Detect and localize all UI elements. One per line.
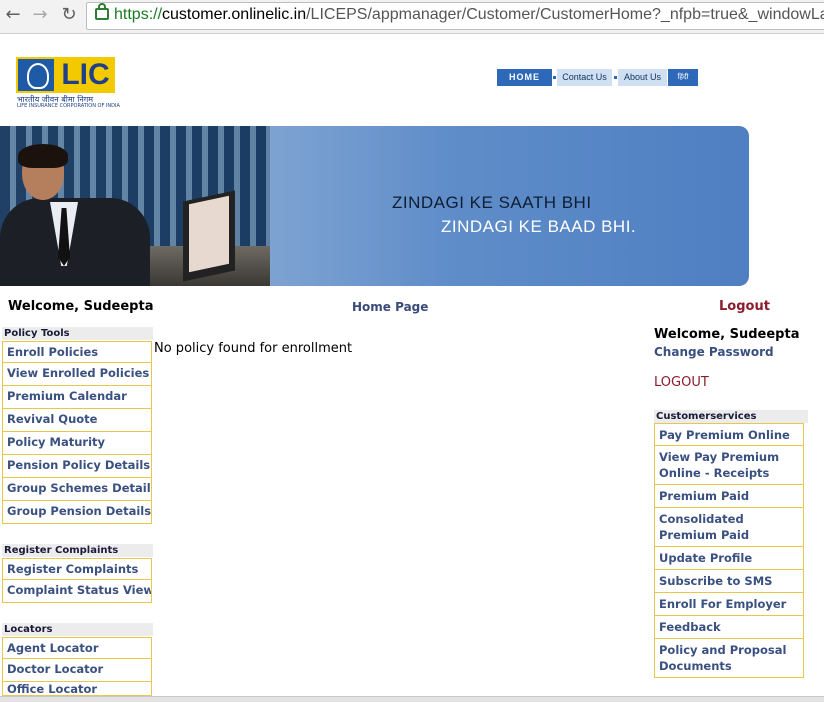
service-update-profile[interactable]: Update Profile <box>654 547 804 570</box>
banner-slogan-line2: ZINDAGI KE BAAD BHI. <box>441 217 637 236</box>
menu-enroll-policies[interactable]: Enroll Policies <box>2 341 152 363</box>
banner-slogan-line1: ZINDAGI KE SAATH BHI <box>392 193 592 212</box>
address-bar[interactable]: https://customer.onlinelic.in/LICEPS/app… <box>86 2 824 30</box>
locators-menu: Agent Locator Doctor Locator Office Loca… <box>2 637 152 696</box>
logo-text: LIC <box>56 57 115 93</box>
service-pay-premium-online[interactable]: Pay Premium Online <box>654 423 804 446</box>
lic-logo[interactable]: LIC भारतीय जीवन बीमा निगम LIFE INSURANCE… <box>16 57 120 109</box>
logout-link[interactable]: Logout <box>719 299 770 314</box>
service-policy-proposal-documents[interactable]: Policy and Proposal Documents <box>654 639 804 678</box>
menu-agent-locator[interactable]: Agent Locator <box>2 637 152 659</box>
menu-pension-policy-details[interactable]: Pension Policy Details <box>2 455 152 478</box>
logo-tagline-english: LIFE INSURANCE CORPORATION OF INDIA <box>17 103 120 109</box>
right-logout-link[interactable]: LOGOUT <box>654 375 709 390</box>
menu-policy-maturity[interactable]: Policy Maturity <box>2 432 152 455</box>
menu-group-schemes-details[interactable]: Group Schemes Details <box>2 478 152 501</box>
menu-office-locator[interactable]: Office Locator <box>2 682 152 696</box>
nav-separator <box>553 76 556 79</box>
hero-banner: ZINDAGI KE SAATH BHI ZINDAGI KE BAAD BHI… <box>0 126 749 286</box>
menu-view-enrolled-policies[interactable]: View Enrolled Policies <box>2 363 152 386</box>
browser-toolbar: ← → ↻ https://customer.onlinelic.in/LICE… <box>0 0 824 34</box>
nav-about-us-link[interactable]: About Us <box>618 69 667 86</box>
service-consolidated-premium-statement[interactable]: Consolidated Premium Paid Statement <box>654 508 804 547</box>
service-feedback[interactable]: Feedback <box>654 616 804 639</box>
policy-tools-menu: Enroll Policies View Enrolled Policies P… <box>2 341 152 524</box>
welcome-text: Welcome, Sudeepta <box>8 299 154 314</box>
home-page-link[interactable]: Home Page <box>352 300 428 314</box>
menu-complaint-status-view[interactable]: Complaint Status View <box>2 580 152 603</box>
change-password-link[interactable]: Change Password <box>654 345 774 359</box>
menu-premium-calendar[interactable]: Premium Calendar <box>2 386 152 409</box>
menu-doctor-locator[interactable]: Doctor Locator <box>2 659 152 682</box>
lock-icon <box>95 3 109 20</box>
right-welcome-text: Welcome, Sudeepta <box>654 327 800 342</box>
customer-services-heading: Customerservices <box>654 410 808 423</box>
no-policy-message: No policy found for enrollment <box>154 341 353 356</box>
nav-contact-us-link[interactable]: Contact Us <box>557 69 612 86</box>
lic-emblem-icon <box>16 57 56 93</box>
complaints-menu: Register Complaints Complaint Status Vie… <box>2 558 152 603</box>
forward-arrow-icon[interactable]: → <box>29 4 51 26</box>
menu-revival-quote[interactable]: Revival Quote <box>2 409 152 432</box>
horizontal-scrollbar[interactable] <box>0 696 824 702</box>
service-view-pay-premium-receipts[interactable]: View Pay Premium Online - Receipts <box>654 446 804 485</box>
service-premium-paid-statement[interactable]: Premium Paid Statement <box>654 485 804 508</box>
nav-home-button[interactable]: HOME <box>497 69 552 86</box>
menu-register-complaints[interactable]: Register Complaints <box>2 558 152 580</box>
reload-icon[interactable]: ↻ <box>58 4 80 26</box>
policy-tools-heading: Policy Tools <box>2 327 153 340</box>
service-subscribe-sms[interactable]: Subscribe to SMS <box>654 570 804 593</box>
url-text[interactable]: https://customer.onlinelic.in/LICEPS/app… <box>114 6 824 24</box>
menu-group-pension-details[interactable]: Group Pension Details <box>2 501 152 524</box>
back-arrow-icon[interactable]: ← <box>2 4 24 26</box>
locators-heading: Locators <box>2 623 153 636</box>
nav-hindi-link[interactable]: हिंदी <box>668 69 698 86</box>
nav-separator <box>614 76 617 79</box>
customer-services-menu: Pay Premium Online View Pay Premium Onli… <box>654 423 804 678</box>
register-complaints-heading: Register Complaints <box>2 544 153 557</box>
service-enroll-employer[interactable]: Enroll For Employer <box>654 593 804 616</box>
